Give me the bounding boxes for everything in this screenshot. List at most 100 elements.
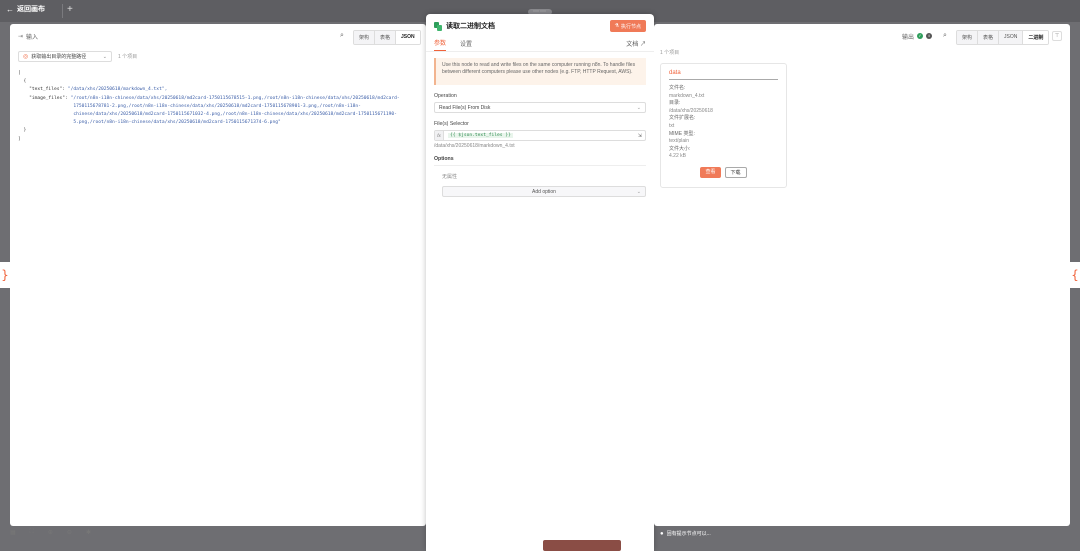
- json-value: 5.png,/root/n8n-i18n-chinese/data/xhs/20…: [18, 120, 281, 126]
- back-label: 返回画布: [17, 6, 45, 13]
- grid-icon[interactable]: ▦: [10, 529, 16, 536]
- output-title: 输出 ✓ i: [662, 32, 933, 41]
- output-title-label: 输出: [902, 34, 915, 41]
- execute-workflow-button[interactable]: [543, 540, 621, 551]
- file-selector-input[interactable]: fx {{ $json.text_files }} ⇲: [434, 130, 646, 141]
- operation-value: Read File(s) From Disk: [439, 104, 491, 111]
- selector-label: File(s) Selector: [434, 121, 469, 127]
- no-properties-text: 无属性: [442, 174, 458, 180]
- options-label: Options: [434, 156, 646, 166]
- json-punctuation: ]: [18, 136, 21, 142]
- debug-icon[interactable]: ✱: [86, 529, 91, 536]
- json-punctuation: }: [18, 128, 27, 134]
- binary-data-card: data 文件名: markdown_4.txt 目录:/data/xhs/2025…: [660, 63, 787, 188]
- info-icon[interactable]: i: [926, 33, 933, 39]
- json-line: "text_files": "/data/xhs/20250618/markdo…: [18, 86, 418, 94]
- selector-result: /data/xhs/20250618/markdown_4.txt: [434, 143, 515, 149]
- add-option-label: Add option: [532, 188, 556, 195]
- output-item-count: 1 个项目: [660, 50, 680, 56]
- json-line: }: [18, 127, 418, 135]
- binary-key: data: [669, 70, 778, 80]
- expand-icon[interactable]: ⇲: [638, 133, 642, 139]
- source-node-label: 获取输出目录的完整路径: [31, 54, 87, 60]
- view-tab-binary[interactable]: 二进制: [1023, 31, 1049, 44]
- download-button[interactable]: 下载: [724, 166, 747, 178]
- node-header: 读取二进制文档 ⚗ 执行节点: [426, 14, 654, 38]
- json-key: "image_files":: [18, 95, 68, 101]
- info-notice: Use this node to read and write files on…: [434, 58, 646, 85]
- json-value: "/root/n8n-i18n-chinese/data/xhs/2025061…: [67, 95, 400, 101]
- operation-label: Operation: [434, 93, 457, 99]
- success-check-icon: ✓: [917, 33, 924, 39]
- json-punctuation: [: [18, 71, 21, 76]
- canvas-tip: ● 固有提示节点可以...: [660, 530, 711, 538]
- json-line: "image_files": "/root/n8n-i18n-chinese/d…: [18, 95, 418, 103]
- chevron-down-icon: ⌄: [636, 188, 641, 195]
- meta-value: markdown_4.txt: [669, 92, 705, 99]
- view-tab-json[interactable]: JSON: [396, 31, 420, 44]
- output-panel: 输出 ✓ i ⌕ 架构 表格 JSON 二进制 ⊤ 1 个项目 data 文件名…: [654, 24, 1070, 526]
- view-tab-table[interactable]: 表格: [978, 31, 1000, 44]
- json-value: 1750115678781-2.png,/root/n8n-i18n-chine…: [18, 103, 361, 109]
- json-key: "text_files":: [18, 87, 66, 93]
- node-tabs: 参数 设置 文档 ↗: [426, 38, 654, 52]
- json-viewer: [ { "text_files": "/data/xhs/20250618/ma…: [18, 70, 418, 144]
- meta-value: txt: [669, 122, 675, 129]
- binary-metadata: 文件名: markdown_4.txt 目录:/data/xhs/20250618 文…: [669, 85, 778, 161]
- execute-node-button[interactable]: ⚗ 执行节点: [609, 20, 646, 32]
- input-arrow-icon: ⇥: [18, 33, 24, 40]
- input-item-count: 1 个项目: [118, 54, 138, 60]
- meta-label: 文件大小:: [669, 145, 691, 152]
- zoom-out-icon[interactable]: ⊖: [67, 529, 72, 536]
- fit-icon[interactable]: ⛶: [30, 529, 34, 536]
- tab-parameters[interactable]: 参数: [434, 38, 447, 51]
- input-panel: ⇥ 输入 ⌕ 架构 表格 JSON ◎ 获取输出目录的完整路径 ⌄ 1 个项目 …: [10, 24, 426, 526]
- view-tab-schema[interactable]: 架构: [957, 31, 979, 44]
- docs-link[interactable]: 文档 ↗: [626, 39, 646, 48]
- chevron-down-icon: ⌄: [636, 104, 641, 111]
- output-panel-header: 输出 ✓ i ⌕ 架构 表格 JSON 二进制 ⊤: [654, 24, 1070, 48]
- search-icon[interactable]: ⌕: [340, 32, 344, 40]
- pin-icon[interactable]: ⊤: [1052, 31, 1062, 41]
- back-to-canvas-button[interactable]: ← 返回画布: [6, 4, 45, 14]
- source-node-select[interactable]: ◎ 获取输出目录的完整路径 ⌄: [18, 51, 112, 62]
- json-line: chinese/data/xhs/20250618/md2card-175011…: [18, 111, 418, 119]
- node-title[interactable]: 读取二进制文档: [446, 21, 495, 31]
- execute-label: 执行节点: [620, 23, 641, 30]
- view-tab-schema[interactable]: 架构: [354, 31, 376, 44]
- tip-text: 固有提示节点可以...: [666, 531, 711, 537]
- meta-value: text/plain: [669, 138, 690, 145]
- chevron-down-icon: ⌄: [102, 53, 107, 60]
- json-line: 1750115678781-2.png,/root/n8n-i18n-chine…: [18, 103, 418, 111]
- left-brace-marker: }: [0, 262, 10, 288]
- view-tab-table[interactable]: 表格: [375, 31, 397, 44]
- input-title-label: 输入: [26, 34, 39, 41]
- json-value: chinese/data/xhs/20250618/md2card-175011…: [18, 112, 397, 118]
- selector-expression: {{ $json.text_files }}: [448, 133, 513, 138]
- add-option-dropdown[interactable]: Add option ⌄: [442, 186, 646, 197]
- input-panel-header: ⇥ 输入 ⌕ 架构 表格 JSON: [10, 24, 426, 48]
- node-settings-panel: 读取二进制文档 ⚗ 执行节点 参数 设置 文档 ↗ Use this node …: [426, 14, 654, 551]
- meta-value: 4.22 kB: [669, 153, 686, 160]
- meta-label: 文件名:: [669, 85, 686, 91]
- tab-settings[interactable]: 设置: [460, 39, 472, 51]
- expression-fx-icon: fx: [435, 131, 444, 140]
- json-line: {: [18, 78, 418, 86]
- meta-label: 目录:: [669, 100, 681, 107]
- card-actions: 查看 下载: [669, 166, 778, 178]
- node-status-icon: ◎: [23, 54, 29, 60]
- json-line: ]: [18, 136, 418, 144]
- input-title: ⇥ 输入: [18, 32, 38, 41]
- flask-icon: ⚗: [614, 23, 619, 29]
- operation-select[interactable]: Read File(s) From Disk ⌄: [434, 102, 646, 113]
- docs-label: 文档: [626, 42, 639, 48]
- view-tab-json[interactable]: JSON: [999, 31, 1024, 44]
- input-filter-row: ◎ 获取输出目录的完整路径 ⌄ 1 个项目: [18, 51, 137, 62]
- arrow-left-icon: ←: [6, 4, 14, 14]
- search-icon[interactable]: ⌕: [943, 32, 947, 40]
- view-button[interactable]: 查看: [700, 166, 721, 178]
- external-link-icon: ↗: [639, 42, 646, 48]
- add-tab-button[interactable]: +: [67, 4, 73, 15]
- zoom-in-icon[interactable]: ⊕: [48, 529, 53, 536]
- lightbulb-icon: ●: [660, 530, 664, 537]
